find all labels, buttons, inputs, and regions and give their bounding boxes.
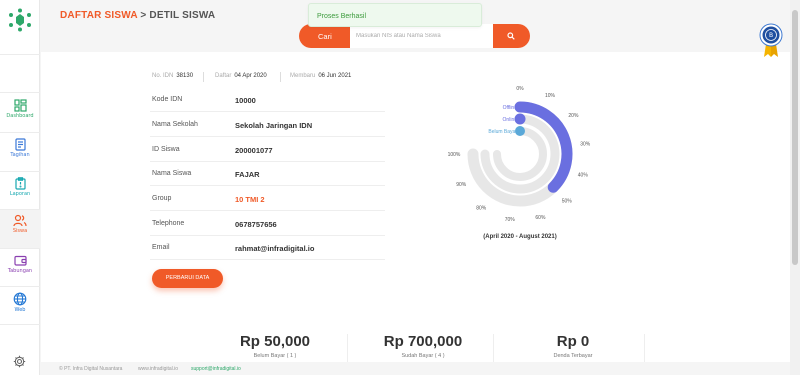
chart-tick-label: 20%	[568, 113, 579, 119]
footer-company: © PT. Infra Digital Nusantara	[59, 366, 123, 372]
svg-text:B: B	[769, 32, 773, 39]
chart-tick-label: 10%	[545, 93, 556, 99]
gear-icon[interactable]	[13, 355, 26, 368]
sidebar-item-laporan[interactable]: Laporan	[0, 173, 40, 211]
footer: © PT. Infra Digital Nusantara www.infrad…	[41, 362, 790, 375]
search-icon	[507, 32, 515, 40]
chart-tick-label: 30%	[580, 142, 591, 148]
sidebar: Dashboard Tagihan Laporan Siswa Tabungan…	[0, 0, 40, 375]
payment-radial-chart: Offline Online Belum Bayar 0% 10% 20% 30% 40% 50…	[448, 86, 591, 223]
group-label: Group	[152, 195, 172, 202]
chart-tick-label: 60%	[535, 215, 546, 221]
group-value[interactable]: 10 TMI 2	[235, 195, 265, 204]
footer-email-link[interactable]: support@infradigital.io	[191, 366, 241, 372]
chart-tick-label: 90%	[456, 182, 467, 188]
id-siswa-label: ID Siswa	[152, 146, 180, 153]
update-data-button[interactable]: PERBARUI DATA	[152, 269, 223, 288]
meta-no-idn: No. IDN 38130	[152, 73, 194, 79]
clipboard-icon	[14, 177, 26, 190]
nama-sekolah-label: Nama Sekolah	[152, 121, 198, 128]
email-value: rahmat@infradigital.io	[235, 244, 315, 253]
chart-legend-label: Offline	[503, 105, 518, 111]
sidebar-item-tabungan[interactable]: Tabungan	[0, 250, 40, 288]
search-button[interactable]: Cari	[299, 24, 350, 48]
medal-badge-icon[interactable]: B	[759, 23, 783, 59]
meta-daftar: Daftar 04 Apr 2020	[215, 73, 267, 79]
sidebar-item-tagihan[interactable]: Tagihan	[0, 134, 40, 172]
meta-membaru: Membaru 06 Jun 2021	[290, 73, 352, 79]
kode-idn-label: Kode IDN	[152, 96, 183, 103]
chart-legend-label: Online	[503, 117, 518, 123]
app-logo[interactable]	[8, 8, 32, 32]
chart-tick-label: 80%	[476, 205, 487, 211]
search-submit-button[interactable]	[493, 24, 530, 48]
kode-idn-value: 10000	[235, 96, 256, 105]
sidebar-item-web[interactable]: Web	[0, 288, 40, 326]
chart-caption: (April 2020 - August 2021)	[483, 234, 557, 240]
users-icon	[13, 214, 27, 227]
scrollbar-thumb[interactable]	[792, 10, 798, 265]
search-input[interactable]	[350, 24, 493, 48]
sidebar-item-siswa[interactable]: Siswa	[0, 210, 40, 248]
chart-tick-label: 50%	[562, 199, 573, 205]
breadcrumb-current: DETIL SISWA	[149, 10, 216, 21]
denda-terbayar-label: Denda Terbayar	[553, 353, 593, 359]
sudah-bayar-amount: Rp 700,000	[383, 333, 463, 350]
denda-terbayar-amount: Rp 0	[556, 333, 590, 350]
belum-bayar-amount: Rp 50,000	[239, 333, 311, 350]
breadcrumb-separator: >	[140, 10, 147, 21]
nama-siswa-value: FAJAR	[235, 170, 260, 179]
sidebar-item-label: Tabungan	[7, 268, 33, 274]
id-siswa-value: 200001077	[235, 146, 273, 155]
globe-icon	[13, 292, 27, 306]
sidebar-item-label: Tagihan	[10, 152, 30, 158]
email-label: Email	[152, 244, 170, 251]
breadcrumb-daftar-siswa[interactable]: DAFTAR SISWA	[60, 10, 137, 21]
footer-site-link[interactable]: www.infradigital.io	[138, 366, 178, 372]
sudah-bayar-label: Sudah Bayar ( 4 )	[401, 353, 445, 359]
telephone-value: 0678757656	[235, 220, 277, 229]
sidebar-item-label: Web	[14, 307, 26, 313]
belum-bayar-label: Belum Bayar ( 1 )	[253, 353, 297, 359]
chart-tick-label: 0%	[516, 86, 524, 92]
document-icon	[14, 138, 26, 151]
dashboard-icon	[13, 99, 27, 112]
sidebar-item-label: Dashboard	[6, 113, 34, 119]
sidebar-item-label: Laporan	[9, 191, 31, 197]
chart-legend-label: Belum Bayar	[488, 129, 517, 135]
page-title: DAFTAR SISWA > DETIL SISWA	[60, 10, 215, 21]
chart-track	[493, 127, 547, 181]
sidebar-item-dashboard[interactable]: Dashboard	[0, 95, 40, 133]
chart-tick-label: 100%	[448, 152, 461, 158]
chart-tick-label: 40%	[578, 172, 589, 178]
telephone-label: Telephone	[152, 220, 185, 227]
sidebar-item-label: Siswa	[12, 228, 28, 234]
wallet-icon	[13, 255, 27, 266]
nama-sekolah-value: Sekolah Jaringan IDN	[235, 121, 313, 130]
search-bar: Cari	[299, 24, 530, 48]
toast-success: Proses Berhasil	[308, 3, 482, 27]
chart-tick-label: 70%	[505, 217, 516, 223]
nama-siswa-label: Nama Siswa	[152, 170, 192, 177]
